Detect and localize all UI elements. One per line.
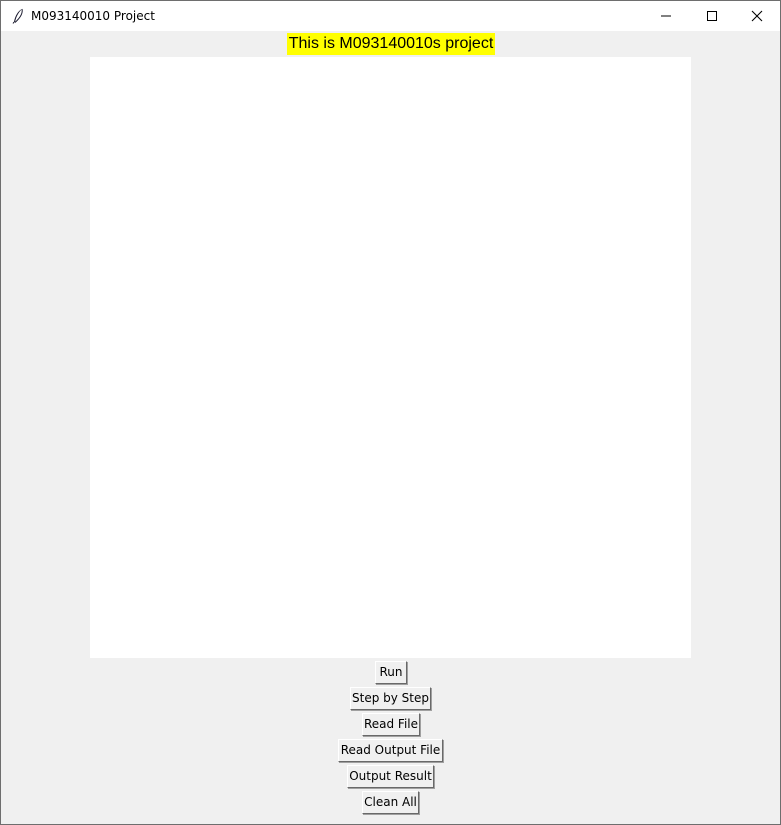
project-heading: This is M093140010s project: [287, 33, 495, 55]
close-icon: [751, 10, 763, 22]
clean-all-button[interactable]: Clean All: [362, 791, 419, 814]
read-output-file-button[interactable]: Read Output File: [338, 739, 443, 762]
minimize-icon: [661, 15, 671, 17]
minimize-button[interactable]: [643, 1, 689, 31]
read-file-button[interactable]: Read File: [362, 713, 420, 736]
drawing-canvas[interactable]: [90, 57, 691, 658]
feather-icon: [11, 8, 25, 24]
title-bar[interactable]: M093140010 Project: [1, 1, 780, 31]
output-result-button[interactable]: Output Result: [347, 765, 434, 788]
window-title: M093140010 Project: [31, 9, 155, 23]
maximize-button[interactable]: [689, 1, 735, 31]
close-button[interactable]: [734, 1, 780, 31]
app-window: M093140010 Project This is M093140010s p…: [0, 0, 781, 825]
step-by-step-button[interactable]: Step by Step: [350, 687, 431, 710]
maximize-icon: [707, 11, 717, 21]
run-button[interactable]: Run: [375, 661, 407, 684]
